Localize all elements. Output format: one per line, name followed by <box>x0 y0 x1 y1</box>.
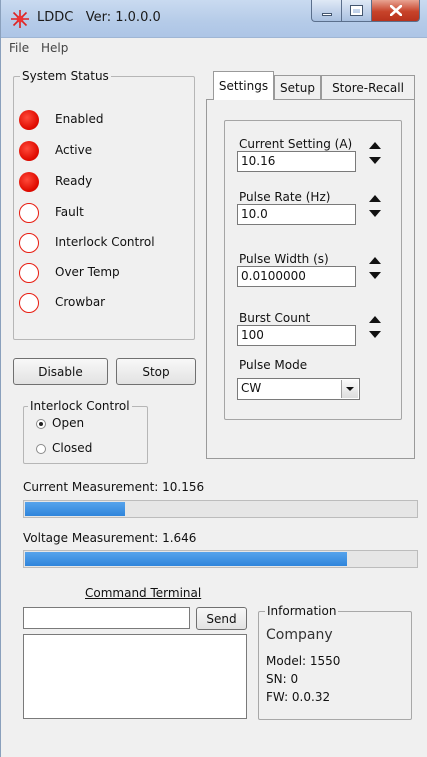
interlock-open-radio[interactable] <box>36 419 46 429</box>
voltage-measurement-fill <box>25 552 347 566</box>
arrow-down-icon[interactable] <box>369 157 381 164</box>
minimize-icon <box>321 12 332 16</box>
interlock-closed-label: Closed <box>52 441 93 455</box>
disable-button[interactable]: Disable <box>13 358 108 385</box>
interlock-open-label: Open <box>52 416 85 430</box>
pulse-width-stepper[interactable] <box>367 257 383 281</box>
status-led-icon <box>19 263 39 283</box>
current-setting-label: Current Setting (A) <box>239 137 353 151</box>
status-label: Enabled <box>55 112 104 126</box>
company-name: Company <box>266 627 333 643</box>
window-title: LDDC Ver: 1.0.0.0 <box>37 10 161 25</box>
status-led-icon <box>19 293 39 313</box>
arrow-up-icon[interactable] <box>369 195 381 202</box>
menu-bar: File Help <box>1 38 427 58</box>
voltage-measurement-label: Voltage Measurement: 1.646 <box>23 531 197 545</box>
app-name: LDDC <box>37 10 74 25</box>
status-label: Fault <box>55 205 84 219</box>
current-measurement-fill <box>25 502 125 516</box>
command-input[interactable] <box>23 607 190 629</box>
app-version: Ver: 1.0.0.0 <box>85 10 161 25</box>
status-label: Over Temp <box>55 265 120 279</box>
command-output[interactable] <box>23 634 247 719</box>
app-window: LDDC Ver: 1.0.0.0 File Help System Statu… <box>0 0 427 757</box>
voltage-measurement-bar <box>23 550 418 568</box>
tab-setup[interactable]: Setup <box>274 75 321 99</box>
interlock-control-title: Interlock Control <box>28 399 132 413</box>
pulse-mode-select[interactable]: CW <box>237 378 360 400</box>
arrow-down-icon[interactable] <box>369 272 381 279</box>
status-label: Interlock Control <box>55 235 155 249</box>
status-led-icon <box>19 110 39 130</box>
window-controls <box>311 0 420 22</box>
status-led-icon <box>19 141 39 161</box>
arrow-down-icon[interactable] <box>369 210 381 217</box>
command-terminal-title: Command Terminal <box>85 586 202 600</box>
model-text: Model: 1550 <box>266 654 341 668</box>
arrow-up-icon[interactable] <box>369 257 381 264</box>
pulse-mode-label: Pulse Mode <box>239 358 308 372</box>
interlock-control-group: Interlock Control Open Closed <box>23 399 148 464</box>
status-led-icon <box>19 203 39 223</box>
maximize-icon <box>350 5 363 16</box>
current-measurement-bar <box>23 500 418 518</box>
pulse-rate-label: Pulse Rate (Hz) <box>239 190 331 204</box>
title-bar[interactable]: LDDC Ver: 1.0.0.0 <box>1 0 427 38</box>
system-status-title: System Status <box>20 69 111 83</box>
information-title: Information <box>265 604 339 618</box>
arrow-down-icon[interactable] <box>369 331 381 338</box>
pulse-width-label: Pulse Width (s) <box>239 252 329 266</box>
tab-store-recall[interactable]: Store-Recall <box>321 75 415 99</box>
menu-file[interactable]: File <box>9 41 29 55</box>
status-led-icon <box>19 172 39 192</box>
current-setting-stepper[interactable] <box>367 142 383 166</box>
status-led-icon <box>19 233 39 253</box>
arrow-up-icon[interactable] <box>369 316 381 323</box>
current-setting-input[interactable]: 10.16 <box>237 151 356 172</box>
stop-button[interactable]: Stop <box>116 358 196 385</box>
arrow-up-icon[interactable] <box>369 142 381 149</box>
status-label: Ready <box>55 174 93 188</box>
send-button[interactable]: Send <box>196 607 247 630</box>
close-button[interactable] <box>372 0 420 22</box>
burst-count-input[interactable]: 100 <box>237 325 356 346</box>
pulse-rate-input[interactable]: 10.0 <box>237 204 356 225</box>
close-icon <box>389 5 402 16</box>
pulse-width-input[interactable]: 0.0100000 <box>237 266 356 287</box>
menu-help[interactable]: Help <box>41 41 68 55</box>
firmware-text: FW: 0.0.32 <box>266 690 331 704</box>
status-label: Crowbar <box>55 295 106 309</box>
current-measurement-label: Current Measurement: 10.156 <box>23 480 205 494</box>
burst-count-label: Burst Count <box>239 311 311 325</box>
status-label: Active <box>55 143 93 157</box>
maximize-button[interactable] <box>342 0 372 22</box>
burst-count-stepper[interactable] <box>367 316 383 340</box>
tab-settings[interactable]: Settings <box>213 71 274 100</box>
interlock-closed-radio[interactable] <box>36 444 46 454</box>
pulse-rate-stepper[interactable] <box>367 195 383 219</box>
serial-number-text: SN: 0 <box>266 672 299 686</box>
chevron-down-icon[interactable] <box>341 380 358 398</box>
minimize-button[interactable] <box>311 0 342 22</box>
starburst-icon <box>11 10 29 28</box>
pulse-mode-value: CW <box>241 381 262 395</box>
